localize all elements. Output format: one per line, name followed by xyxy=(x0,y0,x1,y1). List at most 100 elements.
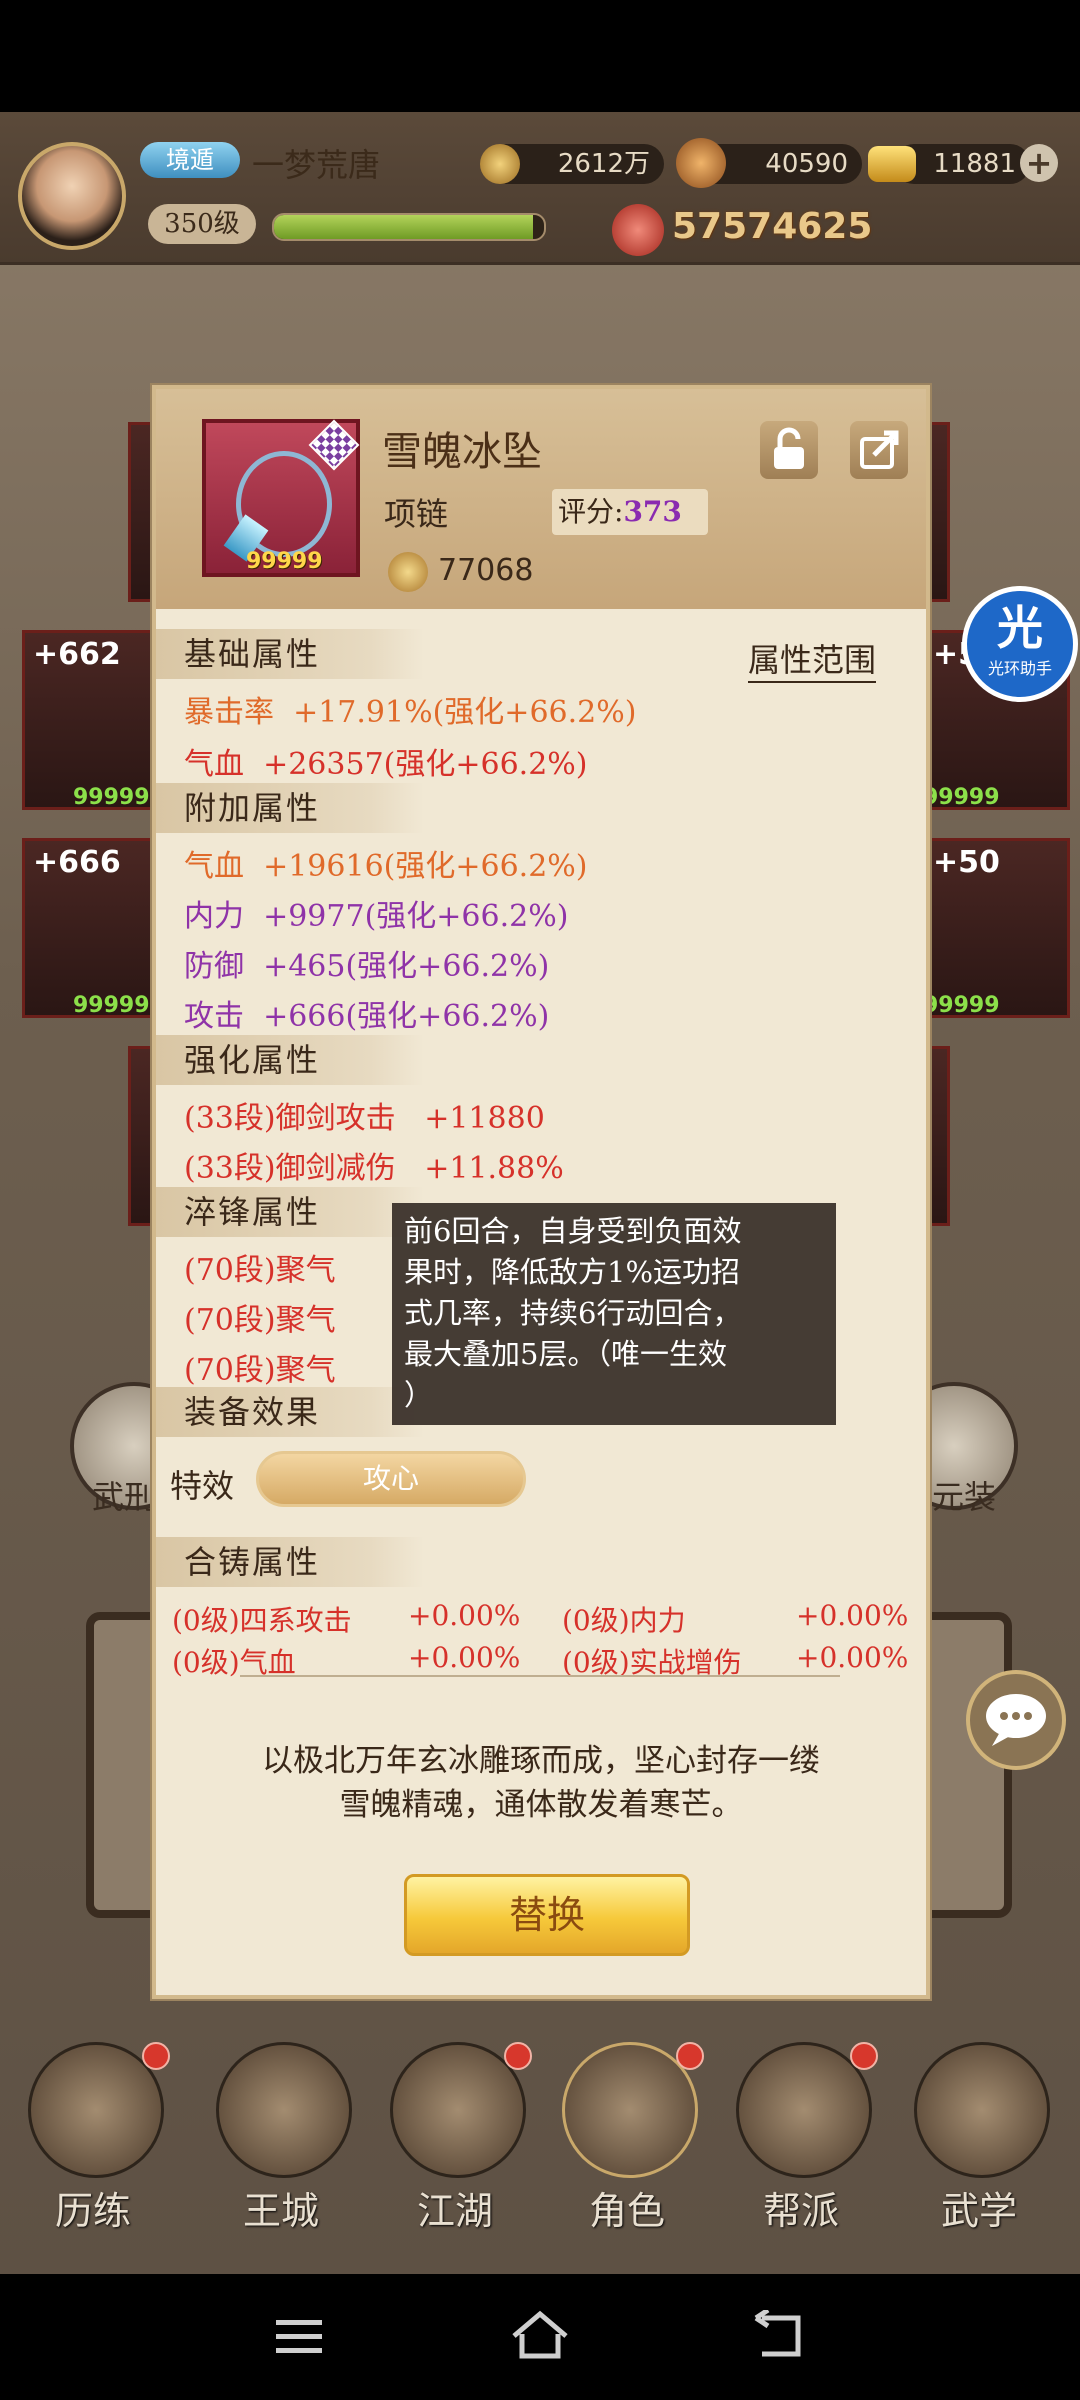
martial-arts-icon xyxy=(914,2042,1050,2178)
attr-value: +11880 xyxy=(424,1101,545,1136)
attr-value: +465(强化+66.2%) xyxy=(263,949,550,984)
player-avatar[interactable] xyxy=(18,142,126,250)
copper-coin-icon xyxy=(480,144,520,184)
unlock-icon xyxy=(774,427,804,469)
back-icon[interactable] xyxy=(752,2310,808,2362)
basic-attributes-header: 基础属性 xyxy=(156,629,424,679)
alloy-attr-value: +0.00% xyxy=(796,1599,909,1632)
extra-attributes-header: 附加属性 xyxy=(156,783,424,833)
enhance-level: +662 xyxy=(33,637,121,672)
score-label: 评分: xyxy=(558,495,624,528)
description-line: 以极北万年玄冰雕琢而成，坚心封存一缕 xyxy=(262,1743,820,1779)
attr-value: +26357(强化+66.2%) xyxy=(263,747,588,782)
enhance-attributes-header: 强化属性 xyxy=(156,1035,424,1085)
player-name: 一梦荒唐 xyxy=(252,146,381,184)
helper-char: 光 xyxy=(997,601,1043,655)
nav-label: 角色 xyxy=(588,2189,665,2233)
gold-ingot-value: 11881 xyxy=(933,149,1016,179)
nav-label: 帮派 xyxy=(762,2189,839,2233)
enhance-attr-row: (33段)御剑攻击 +11880 xyxy=(184,1093,545,1137)
notification-dot xyxy=(676,2042,704,2070)
attr-label: 气血 xyxy=(184,849,244,884)
helper-assistant-button[interactable]: 光 光环助手 xyxy=(962,586,1078,702)
replace-button[interactable]: 替换 xyxy=(404,1874,690,1956)
share-icon xyxy=(860,430,899,469)
nav-royal-city[interactable]: 王城 xyxy=(206,2042,352,2242)
extra-attr-row: 攻击 +666(强化+66.2%) xyxy=(184,991,549,1035)
alloy-attr-value: +0.00% xyxy=(408,1641,521,1674)
attr-label: 内力 xyxy=(184,899,244,934)
slot-count: 99999 xyxy=(923,993,1000,1018)
menu-icon[interactable] xyxy=(272,2314,326,2360)
combat-power-icon xyxy=(612,204,664,256)
right-side-label: 元装 xyxy=(932,1478,997,1516)
chat-bubble-icon xyxy=(986,1694,1046,1746)
chat-button[interactable] xyxy=(966,1670,1066,1770)
temper-attributes-header: 淬锋属性 xyxy=(156,1187,424,1237)
notification-dot xyxy=(850,2042,878,2070)
attr-label: 攻击 xyxy=(184,999,244,1034)
notification-dot xyxy=(504,2042,532,2070)
royal-city-icon xyxy=(216,2042,352,2178)
temper-attr-row: (70段)聚气 xyxy=(184,1303,336,1338)
lock-button[interactable] xyxy=(760,421,818,479)
enhance-level: +666 xyxy=(33,845,121,880)
add-gold-button[interactable]: + xyxy=(1020,144,1058,182)
home-icon[interactable] xyxy=(508,2308,572,2364)
title-badge: 境遁 xyxy=(140,142,240,178)
notification-dot xyxy=(142,2042,170,2070)
basic-attr-row: 气血 +26357(强化+66.2%) xyxy=(184,739,588,783)
gold-ingot-icon xyxy=(868,146,916,182)
tooltip-line: 式几率，持续6行动回合， xyxy=(404,1296,742,1330)
effect-tooltip: 前6回合，自身受到负面效 果时，降低敌方1%运功招 式几率，持续6行动回合， 最… xyxy=(392,1203,836,1425)
slot-count: 99999 xyxy=(923,785,1000,810)
item-price: 77068 xyxy=(438,553,534,588)
attr-label: 气血 xyxy=(184,747,244,782)
spirit-value: 40590 xyxy=(765,149,848,179)
extra-attr-row: 内力 +9977(强化+66.2%) xyxy=(184,891,568,935)
system-navigation-bar xyxy=(0,2274,1080,2400)
attr-value: +17.91%(强化+66.2%) xyxy=(293,695,637,730)
item-icon-frame: 99999 xyxy=(202,419,360,577)
special-effect-button[interactable]: 攻心 xyxy=(256,1451,526,1507)
score-value: 373 xyxy=(623,495,682,528)
share-button[interactable] xyxy=(850,421,908,479)
attr-value: +666(强化+66.2%) xyxy=(263,999,550,1034)
attr-value: +19616(强化+66.2%) xyxy=(263,849,588,884)
level-badge: 350级 xyxy=(148,204,256,244)
attr-label: (33段)御剑减伤 xyxy=(184,1151,396,1186)
alloy-attributes-header: 合铸属性 xyxy=(156,1537,424,1587)
tooltip-line: 前6回合，自身受到负面效 xyxy=(404,1214,742,1248)
left-side-label: 武刑 xyxy=(92,1478,157,1516)
nav-label: 江湖 xyxy=(416,2189,493,2233)
alloy-attr-label: (0级)四系攻击 xyxy=(172,1604,352,1637)
nav-jianghu[interactable]: 江湖 xyxy=(380,2042,532,2242)
nav-martial-arts[interactable]: 武学 xyxy=(904,2042,1050,2242)
slot-count: 99999 xyxy=(73,785,150,810)
alloy-attr-value: +0.00% xyxy=(796,1641,909,1674)
enhance-attr-row: (33段)御剑减伤 +11.88% xyxy=(184,1143,564,1187)
item-score: 评分:373 xyxy=(552,489,708,535)
divider xyxy=(240,1675,840,1677)
attribute-range-link[interactable]: 属性范围 xyxy=(748,635,877,683)
nav-character[interactable]: 角色 xyxy=(552,2042,704,2242)
nav-guild[interactable]: 帮派 xyxy=(726,2042,878,2242)
quality-badge-icon xyxy=(308,419,360,471)
combat-power-value: 57574625 xyxy=(672,206,873,247)
item-name: 雪魄冰坠 xyxy=(382,429,542,475)
price-coin-icon xyxy=(388,552,428,592)
status-bar xyxy=(0,0,1080,112)
enhance-level: +50 xyxy=(933,845,1000,880)
attr-label: 防御 xyxy=(184,949,244,984)
copper-coin-value: 2612万 xyxy=(557,149,650,179)
nav-label: 武学 xyxy=(940,2189,1017,2233)
xp-bar-fill xyxy=(274,215,534,239)
nav-training[interactable]: 历练 xyxy=(18,2042,170,2242)
tooltip-line: 果时，降低敌方1%运功招 xyxy=(404,1255,741,1289)
basic-attr-row: 暴击率 +17.91%(强化+66.2%) xyxy=(184,687,636,731)
item-description: 以极北万年玄冰雕琢而成，坚心封存一缕 雪魄精魂，通体散发着寒芒。 xyxy=(196,1739,886,1827)
description-line: 雪魄精魂，通体散发着寒芒。 xyxy=(339,1787,743,1823)
attr-label: (33段)御剑攻击 xyxy=(184,1101,396,1136)
alloy-attr-label: (0级)内力 xyxy=(562,1604,686,1637)
extra-attr-row: 防御 +465(强化+66.2%) xyxy=(184,941,549,985)
